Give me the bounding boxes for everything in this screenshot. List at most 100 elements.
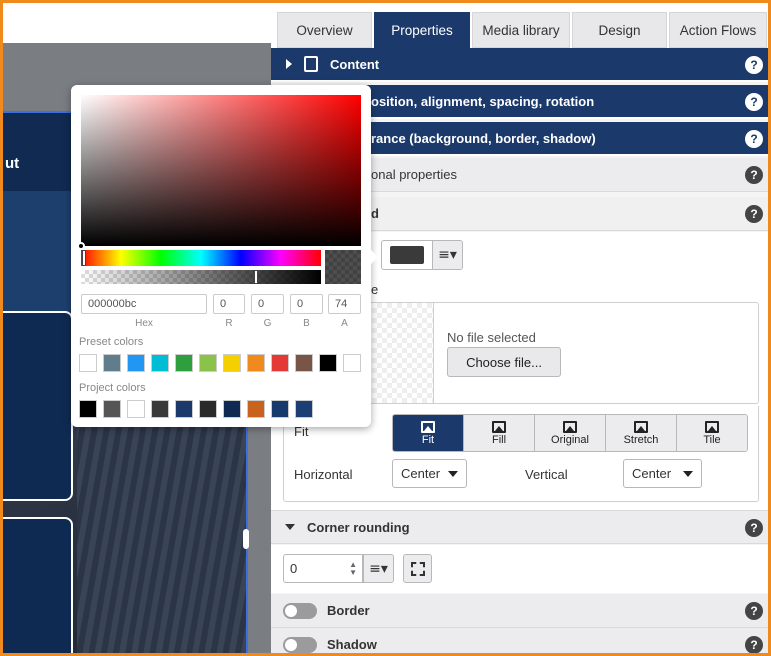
stepper-arrows-icon[interactable]: ▲ ▼ (349, 560, 357, 577)
tab-design[interactable]: Design (572, 12, 667, 48)
project-color-swatch[interactable] (247, 400, 265, 418)
image-icon (421, 420, 435, 433)
project-color-swatch[interactable] (127, 400, 145, 418)
project-color-swatch[interactable] (223, 400, 241, 418)
help-icon[interactable]: ? (745, 166, 763, 184)
section-corner-rounding[interactable]: Corner rounding ? (271, 510, 768, 544)
color-swatch-button[interactable] (381, 240, 433, 270)
corner-radius-input[interactable]: 0 ▲ ▼ (283, 554, 363, 583)
preview-card[interactable] (3, 311, 73, 501)
preview-card[interactable] (3, 517, 73, 653)
alpha-input[interactable]: 74 (328, 294, 361, 314)
color-swatch (390, 246, 424, 264)
help-icon[interactable]: ? (745, 130, 763, 148)
preset-color-swatch[interactable] (175, 354, 193, 372)
project-color-swatch[interactable] (103, 400, 121, 418)
list-menu-icon: ≡▾ (369, 560, 388, 577)
section-content[interactable]: Content ? (271, 48, 768, 82)
preset-color-swatch[interactable] (295, 354, 313, 372)
green-input[interactable]: 0 (251, 294, 284, 314)
corner-radius-value: 0 (290, 561, 298, 576)
help-icon[interactable]: ? (745, 602, 763, 620)
hex-input[interactable]: 000000bc (81, 294, 207, 314)
tab-overview[interactable]: Overview (277, 12, 372, 48)
border-toggle[interactable] (283, 603, 317, 619)
hue-slider[interactable] (81, 250, 321, 266)
preset-color-swatch[interactable] (343, 354, 361, 372)
blue-label: B (303, 318, 310, 329)
help-icon[interactable]: ? (745, 56, 763, 74)
project-color-swatch[interactable] (199, 400, 217, 418)
help-icon[interactable]: ? (745, 519, 763, 537)
saturation-value-area[interactable] (81, 95, 361, 246)
chevron-down-icon (448, 470, 459, 477)
project-color-swatch[interactable] (295, 400, 313, 418)
corner-menu-button[interactable]: ≡▾ (363, 554, 394, 583)
fit-option-label: Fill (491, 433, 507, 446)
preset-color-swatch[interactable] (223, 354, 241, 372)
fit-mode-group: Fit Fill Original Stretch Tile (392, 414, 748, 452)
preset-color-swatch[interactable] (79, 354, 97, 372)
tab-properties[interactable]: Properties (374, 12, 470, 48)
red-input[interactable]: 0 (213, 294, 245, 314)
caret-right-icon (286, 59, 292, 69)
preset-color-swatch[interactable] (127, 354, 145, 372)
alpha-slider[interactable] (81, 270, 321, 284)
section-title: d (371, 206, 379, 221)
fit-option-tile[interactable]: Tile (677, 415, 747, 451)
resize-handle[interactable] (243, 529, 249, 549)
app-frame: ut Overview Properties Media library Des… (0, 0, 771, 656)
fit-option-fit[interactable]: Fit (393, 415, 464, 451)
section-title: Content (330, 56, 380, 72)
saturation-handle[interactable] (77, 242, 85, 250)
section-title: rance (background, border, shadow) (371, 130, 596, 146)
section-border[interactable]: Border ? (271, 594, 768, 628)
blue-input[interactable]: 0 (290, 294, 323, 314)
image-icon (634, 420, 648, 433)
project-colors-title: Project colors (79, 382, 146, 394)
section-title: onal properties (371, 167, 457, 182)
help-icon[interactable]: ? (745, 636, 763, 653)
choose-file-button[interactable]: Choose file... (447, 347, 561, 377)
red-label: R (225, 318, 233, 329)
tab-media-library[interactable]: Media library (472, 12, 570, 48)
expand-corners-icon (410, 561, 425, 576)
caret-down-icon (285, 524, 295, 530)
horizontal-select[interactable]: Center (392, 459, 467, 488)
project-color-swatch[interactable] (175, 400, 193, 418)
fit-option-original[interactable]: Original (535, 415, 606, 451)
preset-color-swatch[interactable] (319, 354, 337, 372)
fit-option-fill[interactable]: Fill (464, 415, 535, 451)
shadow-toggle[interactable] (283, 637, 317, 653)
hex-label: Hex (135, 318, 153, 329)
section-title: Border (327, 603, 370, 618)
preset-color-swatch[interactable] (103, 354, 121, 372)
tab-action-flows[interactable]: Action Flows (669, 12, 767, 48)
fit-option-label: Original (551, 433, 589, 446)
preset-color-swatch[interactable] (247, 354, 265, 372)
image-preview (372, 303, 434, 403)
preset-colors-title: Preset colors (79, 336, 144, 348)
color-menu-button[interactable]: ≡▾ (432, 240, 463, 270)
preset-color-swatch[interactable] (151, 354, 169, 372)
alpha-label: A (341, 318, 348, 329)
individual-corners-button[interactable] (403, 554, 432, 583)
help-icon[interactable]: ? (745, 93, 763, 111)
alpha-handle[interactable] (254, 270, 258, 284)
color-picker: 000000bc 0 0 0 74 Hex R G B A Preset col… (71, 85, 378, 427)
section-title: Shadow (327, 637, 377, 652)
project-color-swatch[interactable] (151, 400, 169, 418)
preset-color-swatch[interactable] (271, 354, 289, 372)
fit-option-stretch[interactable]: Stretch (606, 415, 677, 451)
image-icon (563, 420, 577, 433)
horizontal-label: Horizontal (294, 467, 353, 482)
preset-color-swatch[interactable] (199, 354, 217, 372)
project-color-swatch[interactable] (79, 400, 97, 418)
project-color-swatch[interactable] (271, 400, 289, 418)
help-icon[interactable]: ? (745, 205, 763, 223)
fit-option-label: Tile (703, 433, 721, 446)
section-title: Corner rounding (307, 519, 410, 535)
section-shadow[interactable]: Shadow ? (271, 628, 768, 653)
hue-handle[interactable] (82, 250, 86, 266)
vertical-select[interactable]: Center (623, 459, 702, 488)
